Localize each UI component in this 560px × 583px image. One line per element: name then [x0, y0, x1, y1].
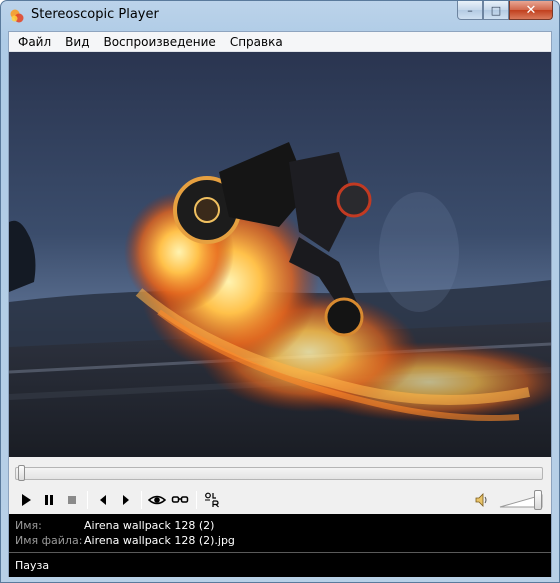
playback-controls	[9, 486, 551, 514]
app-window: Stereoscopic Player – □ ✕ Файл Вид Воспр…	[0, 0, 560, 583]
client-area: Файл Вид Воспроизведение Справка Имя: Ai…	[8, 31, 552, 577]
seek-thumb[interactable]	[18, 465, 25, 481]
left-right-layout-button[interactable]	[202, 490, 222, 510]
name-value: Airena wallpack 128 (2)	[84, 519, 215, 532]
title-bar[interactable]: Stereoscopic Player – □ ✕	[1, 1, 559, 31]
stop-icon	[68, 496, 76, 504]
play-icon	[22, 494, 31, 506]
menu-view[interactable]: Вид	[58, 32, 96, 51]
info-name-row: Имя: Airena wallpack 128 (2)	[15, 519, 214, 534]
video-frame-image	[9, 52, 551, 457]
status-bar: Пауза	[9, 552, 551, 577]
stereoscopic-player-app-icon	[9, 8, 25, 24]
window-title: Stereoscopic Player	[31, 7, 159, 22]
maximize-button[interactable]: □	[483, 1, 509, 20]
view-mode-button[interactable]	[147, 490, 167, 510]
video-display[interactable]	[9, 52, 551, 457]
menu-bar: Файл Вид Воспроизведение Справка	[9, 32, 551, 52]
filename-label: Имя файла:	[15, 534, 83, 547]
view-eye-icon	[148, 495, 166, 505]
glasses-button[interactable]	[170, 490, 190, 510]
seek-track[interactable]	[15, 467, 543, 480]
minimize-icon: –	[467, 3, 473, 17]
next-icon	[123, 495, 129, 505]
menu-playback[interactable]: Воспроизведение	[96, 32, 222, 51]
seek-bar-area	[9, 457, 551, 486]
next-button[interactable]	[116, 490, 136, 510]
separator	[196, 491, 197, 509]
close-button[interactable]: ✕	[509, 1, 553, 20]
info-filename-row: Имя файла: Airena wallpack 128 (2).jpg	[15, 534, 235, 549]
menu-help[interactable]: Справка	[223, 32, 290, 51]
caption-buttons: – □ ✕	[457, 1, 553, 21]
volume-thumb[interactable]	[534, 490, 542, 510]
left-right-layout-icon	[205, 492, 219, 508]
maximize-icon: □	[490, 3, 502, 17]
media-info-panel: Имя: Airena wallpack 128 (2) Имя файла: …	[9, 514, 551, 552]
previous-icon	[100, 495, 106, 505]
previous-button[interactable]	[93, 490, 113, 510]
glasses-icon	[171, 496, 189, 503]
stop-button[interactable]	[62, 490, 82, 510]
pause-button[interactable]	[39, 490, 59, 510]
play-button[interactable]	[16, 490, 36, 510]
status-text: Пауза	[15, 559, 50, 572]
filename-value: Airena wallpack 128 (2).jpg	[84, 534, 235, 547]
menu-file[interactable]: Файл	[11, 32, 58, 51]
name-label: Имя:	[15, 519, 42, 532]
mute-button[interactable]	[472, 490, 492, 510]
close-icon: ✕	[525, 2, 537, 18]
pause-icon	[45, 495, 53, 505]
minimize-button[interactable]: –	[457, 1, 483, 20]
separator	[141, 491, 142, 509]
speaker-icon	[475, 493, 487, 507]
separator	[87, 491, 88, 509]
